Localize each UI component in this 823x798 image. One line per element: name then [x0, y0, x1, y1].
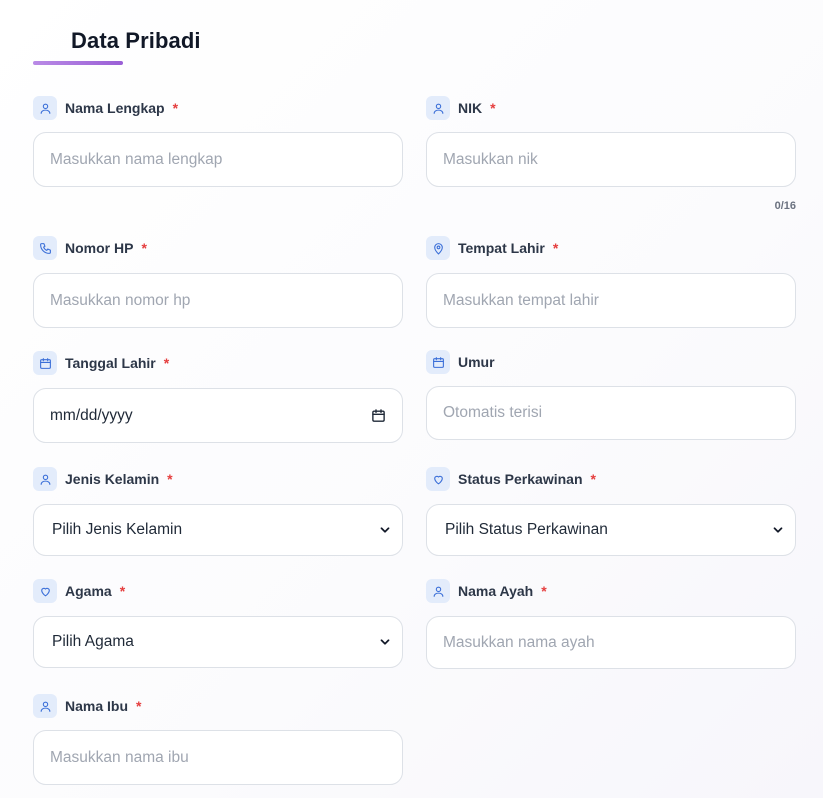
- label-jenis-kelamin: Jenis Kelamin: [65, 471, 160, 487]
- required-marker: *: [163, 355, 170, 371]
- user-icon: [33, 96, 57, 120]
- chevron-down-icon: [378, 523, 392, 537]
- nama-ibu-input[interactable]: Masukkan nama ibu: [33, 730, 403, 785]
- field-status-perkawinan: Status Perkawinan * Pilih Status Perkawi…: [426, 467, 796, 556]
- field-nomor-hp: Nomor HP * Masukkan nomor hp: [33, 236, 403, 328]
- tempat-lahir-input[interactable]: Masukkan tempat lahir: [426, 273, 796, 328]
- nomor-hp-input[interactable]: Masukkan nomor hp: [33, 273, 403, 328]
- title-underline: [33, 61, 123, 65]
- label-tanggal-lahir: Tanggal Lahir: [65, 355, 156, 371]
- field-tempat-lahir: Tempat Lahir * Masukkan tempat lahir: [426, 236, 796, 328]
- label-agama: Agama: [65, 583, 112, 599]
- calendar-icon: [33, 351, 57, 375]
- nama-ayah-input[interactable]: Masukkan nama ayah: [426, 616, 796, 669]
- required-marker: *: [590, 471, 596, 487]
- label-status-perkawinan: Status Perkawinan: [458, 471, 583, 487]
- section-title: Data Pribadi: [71, 28, 201, 53]
- agama-select[interactable]: Pilih Agama: [33, 616, 403, 668]
- label-nama-ayah: Nama Ayah: [458, 583, 534, 599]
- label-umur: Umur: [458, 354, 495, 370]
- required-marker: *: [541, 583, 547, 599]
- nik-input[interactable]: Masukkan nik: [426, 132, 796, 187]
- map-pin-icon: [426, 236, 450, 260]
- field-tanggal-lahir: Tanggal Lahir * mm/dd/yyyy: [33, 351, 403, 443]
- date-value: mm/dd/yyyy: [50, 406, 133, 424]
- user-icon: [426, 579, 450, 603]
- required-marker: *: [119, 583, 126, 599]
- label-nama-lengkap: Nama Lengkap: [65, 100, 165, 116]
- select-value: Pilih Status Perkawinan: [445, 521, 608, 538]
- heart-icon: [426, 467, 450, 491]
- field-nama-lengkap: Nama Lengkap * Masukkan nama lengkap: [33, 96, 403, 187]
- nama-lengkap-input[interactable]: Masukkan nama lengkap: [33, 132, 403, 187]
- field-nama-ibu: Nama Ibu * Masukkan nama ibu: [33, 694, 403, 785]
- label-nama-ibu: Nama Ibu: [65, 698, 129, 714]
- field-nama-ayah: Nama Ayah * Masukkan nama ayah: [426, 579, 796, 669]
- calendar-picker-icon[interactable]: [371, 408, 386, 423]
- chevron-down-icon: [378, 635, 392, 649]
- status-perkawinan-select[interactable]: Pilih Status Perkawinan: [426, 504, 796, 556]
- chevron-down-icon: [771, 523, 785, 537]
- required-marker: *: [167, 471, 173, 487]
- required-marker: *: [172, 100, 179, 116]
- umur-input[interactable]: Otomatis terisi: [426, 386, 796, 440]
- calendar-icon: [426, 350, 450, 374]
- heart-icon: [33, 579, 57, 603]
- required-marker: *: [136, 698, 142, 714]
- required-marker: *: [490, 100, 496, 116]
- user-icon: [33, 467, 57, 491]
- label-nik: NIK: [458, 100, 483, 116]
- field-nik: NIK * Masukkan nik 0/16: [426, 96, 796, 212]
- select-value: Pilih Jenis Kelamin: [52, 521, 183, 538]
- required-marker: *: [141, 240, 147, 256]
- select-value: Pilih Agama: [52, 633, 134, 650]
- field-umur: Umur Otomatis terisi: [426, 350, 796, 440]
- field-agama: Agama * Pilih Agama: [33, 579, 403, 668]
- user-icon: [426, 96, 450, 120]
- tanggal-lahir-date-input[interactable]: mm/dd/yyyy: [33, 388, 403, 443]
- nik-char-counter: 0/16: [774, 200, 796, 212]
- label-tempat-lahir: Tempat Lahir: [458, 240, 545, 256]
- phone-icon: [33, 236, 57, 260]
- required-marker: *: [552, 240, 559, 256]
- jenis-kelamin-select[interactable]: Pilih Jenis Kelamin: [33, 504, 403, 556]
- label-nomor-hp: Nomor HP: [65, 240, 134, 256]
- user-icon: [33, 694, 57, 718]
- field-jenis-kelamin: Jenis Kelamin * Pilih Jenis Kelamin: [33, 467, 403, 556]
